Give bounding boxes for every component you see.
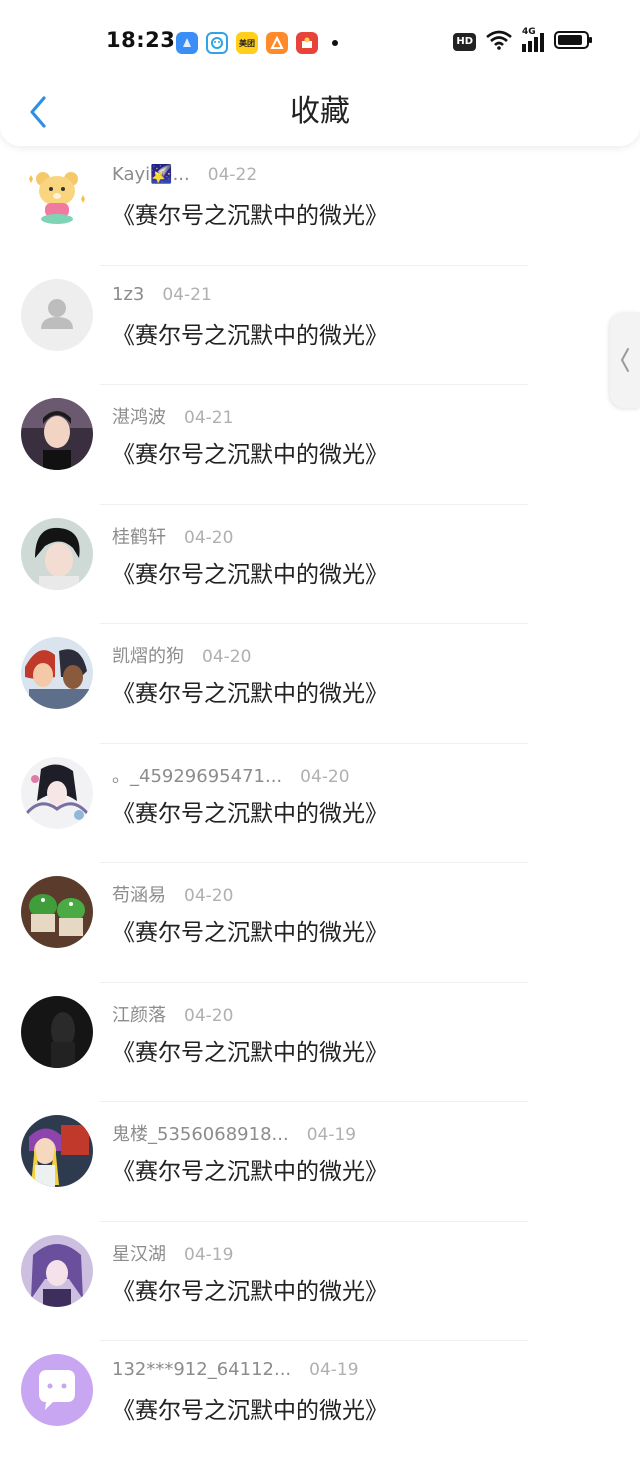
user-name[interactable]: 苟涵易: [112, 881, 166, 907]
dark-photo-avatar: [21, 995, 93, 1068]
user-name[interactable]: 132***912_64112...: [112, 1359, 291, 1380]
status-time: 18:23: [106, 28, 176, 52]
status-indicators: HD 4G: [453, 27, 594, 54]
user-name[interactable]: 星汉湖: [112, 1240, 166, 1266]
favorites-list: Kayi🌠... 04-22 《赛尔号之沉默中的微光》 1z3 04-21 《赛…: [0, 146, 640, 1461]
item-date: 04-20: [184, 886, 234, 906]
avatar[interactable]: [21, 1354, 93, 1426]
list-item[interactable]: 江颜落 04-20 《赛尔号之沉默中的微光》: [0, 983, 640, 1102]
user-name[interactable]: 。_45929695471...: [112, 762, 282, 788]
network-type-label: 4G: [522, 26, 536, 37]
item-meta: 凯熠的狗 04-20: [112, 642, 251, 668]
news-app-icon: [296, 32, 318, 54]
notification-dot: [332, 40, 338, 46]
avatar[interactable]: [21, 517, 93, 590]
item-meta: 湛鸿波 04-21: [112, 403, 233, 429]
photo-avatar: [21, 517, 93, 590]
list-item[interactable]: 。_45929695471... 04-20 《赛尔号之沉默中的微光》: [0, 744, 640, 863]
item-title[interactable]: 《赛尔号之沉默中的微光》: [112, 674, 388, 708]
avatar[interactable]: [21, 1234, 93, 1307]
item-meta: 鬼楼_5356068918... 04-19: [112, 1120, 356, 1146]
item-date: 04-19: [184, 1244, 234, 1265]
item-title[interactable]: 《赛尔号之沉默中的微光》: [112, 316, 388, 350]
photo-avatar: [21, 398, 93, 470]
avatar[interactable]: [21, 1115, 93, 1187]
user-name[interactable]: 江颜落: [112, 1001, 166, 1027]
user-name[interactable]: 湛鸿波: [112, 403, 166, 429]
anime-avatar: [21, 1115, 93, 1187]
item-meta: 1z3 04-21: [112, 284, 212, 305]
list-item[interactable]: 苟涵易 04-20 《赛尔号之沉默中的微光》: [0, 863, 640, 983]
cartoon-bear-avatar: [21, 159, 93, 231]
item-meta: 桂鹤轩 04-20: [112, 523, 233, 549]
list-item[interactable]: Kayi🌠... 04-22 《赛尔号之沉默中的微光》: [0, 146, 640, 266]
meituan-app-icon: 美团: [236, 32, 258, 54]
chevron-left-icon: [621, 348, 629, 372]
item-date: 04-21: [162, 284, 212, 305]
item-date: 04-20: [300, 766, 350, 787]
anime-avatar: [21, 1234, 93, 1307]
item-title[interactable]: 《赛尔号之沉默中的微光》: [112, 435, 388, 469]
wifi-icon: [486, 30, 512, 54]
user-name[interactable]: 桂鹤轩: [112, 523, 166, 549]
user-name[interactable]: 鬼楼_5356068918...: [112, 1120, 289, 1146]
list-item[interactable]: 湛鸿波 04-21 《赛尔号之沉默中的微光》: [0, 385, 640, 505]
hd-badge: HD: [453, 33, 476, 51]
avatar[interactable]: [21, 995, 93, 1068]
page-title: 收藏: [290, 94, 350, 129]
list-item[interactable]: 星汉湖 04-19 《赛尔号之沉默中的微光》: [0, 1222, 640, 1341]
avatar[interactable]: [21, 278, 93, 351]
item-meta: 苟涵易 04-20: [112, 881, 233, 907]
cake-photo-avatar: [21, 876, 93, 948]
item-date: 04-22: [207, 165, 258, 185]
avatar[interactable]: [21, 876, 93, 948]
assistant-app-icon: [206, 32, 228, 54]
item-title[interactable]: 《赛尔号之沉默中的微光》: [112, 1391, 388, 1425]
list-item[interactable]: 1z3 04-21 《赛尔号之沉默中的微光》: [0, 266, 640, 385]
item-date: 04-21: [184, 408, 234, 428]
anime-avatar: [21, 637, 93, 709]
item-title[interactable]: 《赛尔号之沉默中的微光》: [112, 196, 388, 230]
item-date: 04-19: [309, 1360, 359, 1380]
avatar[interactable]: [21, 756, 93, 829]
list-item[interactable]: 凯熠的狗 04-20 《赛尔号之沉默中的微光》: [0, 624, 640, 744]
item-title[interactable]: 《赛尔号之沉默中的微光》: [112, 555, 388, 589]
default-person-avatar: [21, 278, 93, 351]
item-date: 04-20: [184, 1005, 234, 1026]
list-item[interactable]: 桂鹤轩 04-20 《赛尔号之沉默中的微光》: [0, 505, 640, 624]
item-meta: 江颜落 04-20: [112, 1001, 233, 1027]
avatar[interactable]: [21, 398, 93, 470]
item-date: 04-19: [306, 1125, 357, 1145]
anime-avatar: [21, 756, 93, 829]
item-meta: Kayi🌠... 04-22: [112, 164, 257, 185]
browser-app-icon: [176, 32, 198, 54]
item-meta: 132***912_64112... 04-19: [112, 1359, 359, 1380]
orange-app-icon: [266, 32, 288, 54]
item-title[interactable]: 《赛尔号之沉默中的微光》: [112, 1033, 388, 1067]
item-meta: 星汉湖 04-19: [112, 1240, 233, 1266]
item-title[interactable]: 《赛尔号之沉默中的微光》: [112, 794, 388, 828]
item-title[interactable]: 《赛尔号之沉默中的微光》: [112, 1152, 388, 1186]
avatar[interactable]: [21, 637, 93, 709]
item-title[interactable]: 《赛尔号之沉默中的微光》: [112, 913, 388, 947]
item-title[interactable]: 《赛尔号之沉默中的微光》: [112, 1272, 388, 1306]
item-date: 04-20: [184, 527, 234, 548]
avatar[interactable]: [21, 159, 93, 231]
user-name[interactable]: 1z3: [112, 284, 144, 305]
list-item[interactable]: 鬼楼_5356068918... 04-19 《赛尔号之沉默中的微光》: [0, 1102, 640, 1222]
list-item[interactable]: 132***912_64112... 04-19 《赛尔号之沉默中的微光》: [0, 1341, 640, 1461]
top-header: 18:23 美团 HD 4G 收藏: [0, 0, 640, 146]
item-date: 04-20: [202, 647, 252, 667]
battery-icon: [554, 30, 594, 54]
status-app-icons: 美团: [176, 32, 338, 54]
status-bar: 18:23 美团 HD 4G: [0, 0, 640, 86]
user-name[interactable]: Kayi🌠...: [112, 164, 190, 185]
chat-bubble-avatar: [21, 1354, 93, 1426]
side-drawer-handle[interactable]: [610, 312, 640, 408]
user-name[interactable]: 凯熠的狗: [112, 642, 184, 668]
cellular-signal-icon: 4G: [522, 27, 544, 52]
item-meta: 。_45929695471... 04-20: [112, 762, 350, 788]
